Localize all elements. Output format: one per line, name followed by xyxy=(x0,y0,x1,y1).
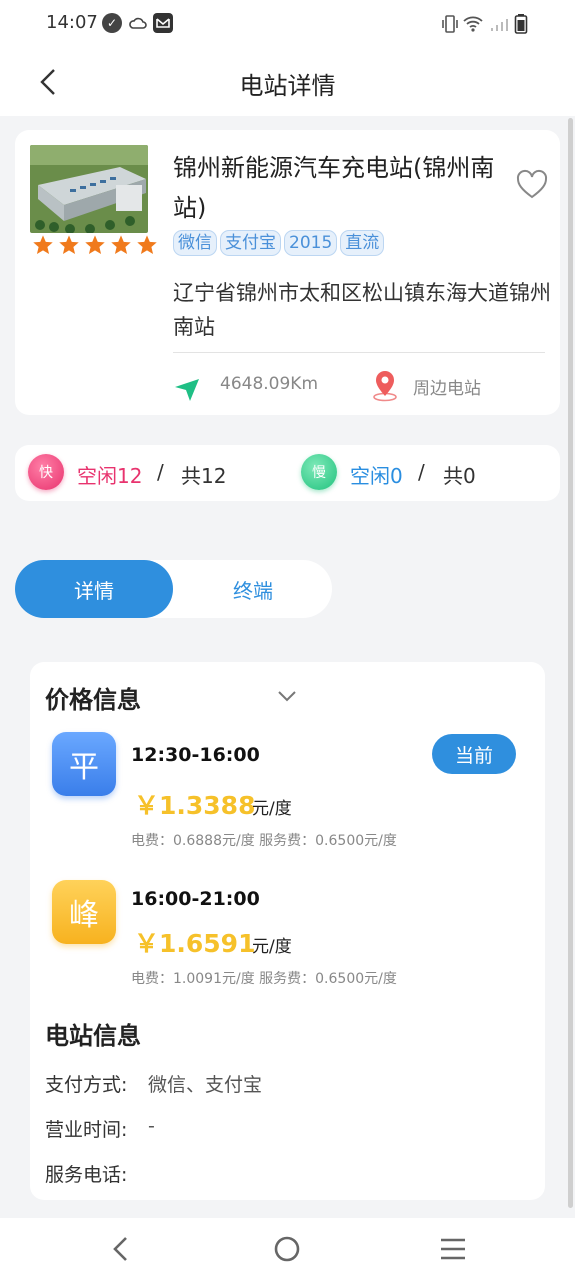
divider xyxy=(173,352,545,353)
fast-total-count: 共12 xyxy=(181,464,227,488)
wifi-icon xyxy=(462,13,484,35)
station-info-title: 电站信息 xyxy=(45,1022,141,1050)
fast-charge-badge: 快 xyxy=(28,454,64,490)
tag-wechat: 微信 xyxy=(173,230,217,256)
info-card: 价格信息 平 12:30-16:00 当前 ￥1.3388 元/度 电费：0.6… xyxy=(30,662,545,1200)
tab-detail[interactable]: 详情 xyxy=(15,560,173,618)
fast-idle-count: 空闲12 xyxy=(77,464,143,488)
payment-label: 支付方式: xyxy=(45,1074,128,1096)
price-info-title: 价格信息 xyxy=(45,686,141,714)
hours-label: 营业时间: xyxy=(45,1119,128,1141)
location-pin-icon[interactable] xyxy=(371,370,399,402)
star-icon xyxy=(59,235,79,254)
phone-label: 服务电话: xyxy=(45,1164,128,1186)
favorite-heart-icon[interactable] xyxy=(515,168,549,202)
nearby-stations-link[interactable]: 周边电站 xyxy=(413,374,481,399)
payment-value: 微信、支付宝 xyxy=(148,1074,263,1096)
system-back-button[interactable] xyxy=(106,1234,136,1264)
slow-total-count: 共0 xyxy=(443,464,476,488)
station-card: 锦州新能源汽车充电站(锦州南站) 微信 支付宝 2015 直流 辽宁省锦州市太和… xyxy=(15,130,560,415)
status-bar: 14:07 ✓ xyxy=(0,0,575,48)
header: 电站详情 xyxy=(0,48,575,116)
price-unit: 元/度 xyxy=(252,937,292,957)
current-badge: 当前 xyxy=(432,734,516,774)
flat-period-icon: 平 xyxy=(52,732,116,796)
station-name: 锦州新能源汽车充电站(锦州南站) xyxy=(173,154,495,222)
system-menu-button[interactable] xyxy=(438,1234,468,1264)
charger-summary: 快 空闲12 / 共12 慢 空闲0 / 共0 xyxy=(15,445,560,501)
slow-idle-count: 空闲0 xyxy=(350,464,403,488)
battery-icon xyxy=(514,13,528,35)
notification-app-icon xyxy=(153,13,173,33)
tag-dc: 直流 xyxy=(340,230,385,256)
period-time: 12:30-16:00 xyxy=(131,744,260,766)
system-nav-bar xyxy=(0,1218,575,1280)
tab-bar: 详情 终端 xyxy=(15,560,332,618)
back-icon xyxy=(113,1237,127,1261)
separator: / xyxy=(418,460,425,484)
separator: / xyxy=(157,460,164,484)
status-time: 14:07 xyxy=(46,12,98,33)
star-icon xyxy=(137,235,157,254)
menu-icon xyxy=(441,1238,465,1260)
peak-period-icon: 峰 xyxy=(52,880,116,944)
cloud-icon xyxy=(128,13,148,33)
home-circle-icon xyxy=(274,1236,300,1262)
scrollbar[interactable] xyxy=(568,118,573,1208)
station-address: 辽宁省锦州市太和区松山镇东海大道锦州南站 xyxy=(173,281,551,339)
vibrate-icon xyxy=(440,13,460,35)
price-breakdown: 电费：1.0091元/度 服务费：0.6500元/度 xyxy=(131,971,397,987)
navigate-arrow-icon[interactable] xyxy=(173,375,201,403)
check-circle-icon: ✓ xyxy=(102,13,122,33)
star-icon xyxy=(85,235,105,254)
star-icon xyxy=(111,235,131,254)
station-image xyxy=(30,145,148,233)
tag-list: 微信 支付宝 2015 直流 xyxy=(173,230,385,256)
slow-charge-badge: 慢 xyxy=(301,454,337,490)
price-breakdown: 电费：0.6888元/度 服务费：0.6500元/度 xyxy=(131,833,397,849)
period-price: ￥1.6591 xyxy=(134,929,256,958)
star-icon xyxy=(33,235,53,254)
signal-icon xyxy=(489,13,509,35)
system-home-button[interactable] xyxy=(272,1234,302,1264)
tag-year: 2015 xyxy=(284,230,338,256)
period-price: ￥1.3388 xyxy=(134,791,256,820)
page-title: 电站详情 xyxy=(239,72,336,100)
rating-stars xyxy=(32,234,158,256)
chevron-down-icon[interactable] xyxy=(275,684,299,708)
distance-text[interactable]: 4648.09Km xyxy=(220,374,318,394)
tag-alipay: 支付宝 xyxy=(220,230,281,256)
hours-value: - xyxy=(148,1115,155,1137)
price-unit: 元/度 xyxy=(252,799,292,819)
tab-terminal[interactable]: 终端 xyxy=(174,560,332,618)
period-time: 16:00-21:00 xyxy=(131,888,260,910)
